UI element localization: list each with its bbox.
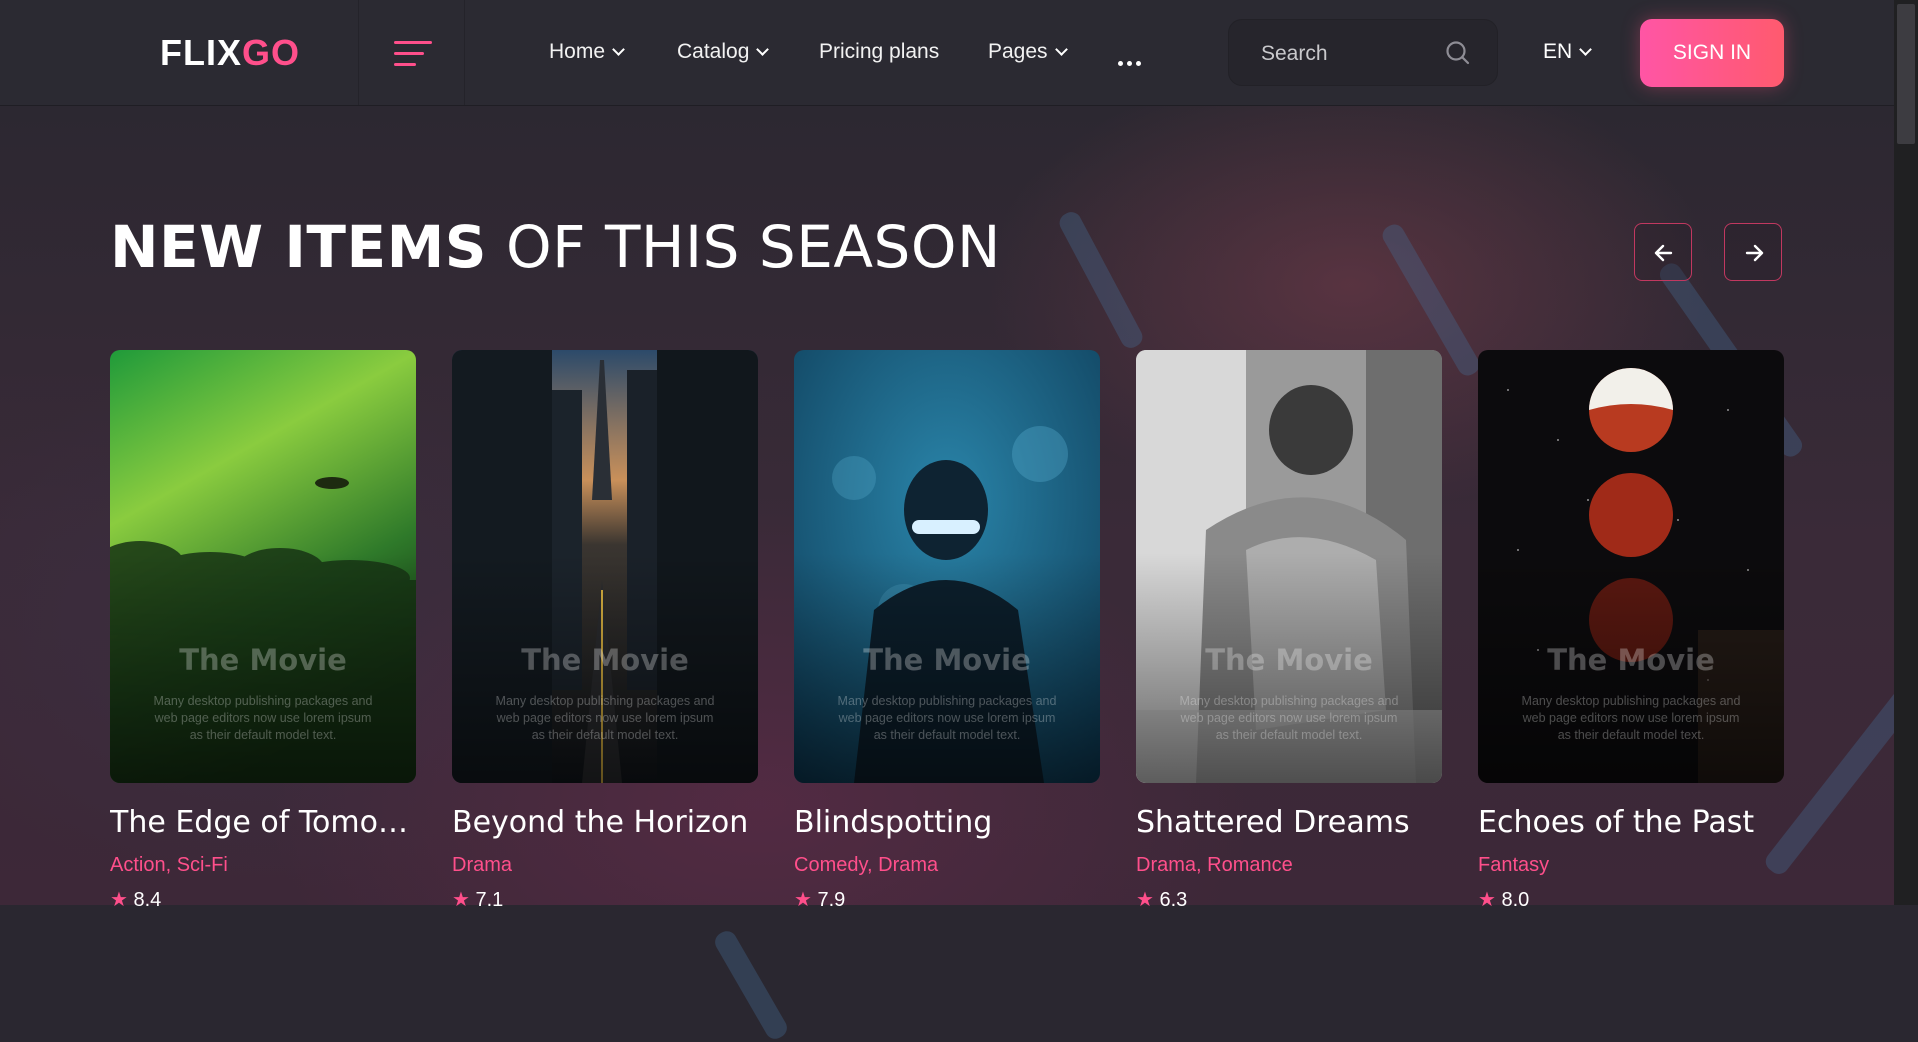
chevron-down-icon bbox=[612, 43, 625, 56]
poster-title: The Movie bbox=[863, 643, 1031, 677]
star-icon: ★ bbox=[1136, 889, 1154, 909]
nav-catalog[interactable]: Catalog bbox=[677, 40, 770, 64]
poster-text: Many desktop publishing packages and web… bbox=[153, 694, 373, 742]
movie-card: The Movie Many desktop publishing packag… bbox=[1136, 350, 1442, 909]
poster-title: The Movie bbox=[1547, 643, 1715, 677]
genre-link[interactable]: Comedy bbox=[794, 854, 867, 876]
movie-card: The Movie Many desktop publishing packag… bbox=[794, 350, 1100, 909]
movie-title[interactable]: Blindspotting bbox=[794, 805, 1100, 840]
genre-link[interactable]: Drama bbox=[1136, 854, 1196, 876]
movie-card: The Movie Many desktop publishing packag… bbox=[1478, 350, 1784, 909]
site-header: FLIXGO Home Catalog Pricing plans Pages … bbox=[0, 0, 1918, 106]
movie-poster[interactable]: The Movie Many desktop publishing packag… bbox=[1478, 350, 1784, 783]
genre-link[interactable]: Drama bbox=[878, 854, 938, 876]
arrow-left-icon bbox=[1654, 244, 1673, 262]
poster-text: Many desktop publishing packages and web… bbox=[837, 694, 1057, 742]
movie-rating: ★ 7.1 bbox=[452, 887, 758, 909]
movie-card: The Movie Many desktop publishing packag… bbox=[110, 350, 416, 909]
sign-in-button[interactable]: SIGN IN bbox=[1640, 19, 1784, 87]
star-icon: ★ bbox=[110, 889, 128, 909]
carousel-next-button[interactable] bbox=[1724, 223, 1782, 281]
poster-text: Many desktop publishing packages and web… bbox=[1179, 694, 1399, 742]
rating-value: 7.9 bbox=[817, 889, 846, 909]
movie-genres: Action, Sci-Fi bbox=[110, 854, 228, 876]
logo-text-accent: GO bbox=[242, 32, 301, 73]
movie-title[interactable]: Shattered Dreams bbox=[1136, 805, 1442, 840]
scrollbar-thumb[interactable] bbox=[1897, 4, 1915, 144]
chevron-down-icon bbox=[1054, 43, 1068, 56]
chevron-down-icon bbox=[1579, 43, 1593, 56]
nav-pages[interactable]: Pages bbox=[988, 40, 1068, 64]
rating-value: 8.0 bbox=[1501, 889, 1530, 909]
movie-poster[interactable]: The Movie Many desktop publishing packag… bbox=[110, 350, 416, 783]
movie-genres: Drama bbox=[452, 854, 758, 877]
section-title-light: OF THIS SEASON bbox=[506, 213, 1001, 281]
search-box bbox=[1228, 19, 1498, 86]
search-icon[interactable] bbox=[1443, 38, 1473, 68]
rating-value: 8.4 bbox=[133, 889, 162, 909]
movie-rating: ★ 7.9 bbox=[794, 887, 1100, 909]
search-input[interactable] bbox=[1259, 40, 1443, 68]
star-icon: ★ bbox=[794, 889, 812, 909]
nav-pricing-label: Pricing plans bbox=[819, 40, 940, 63]
language-label: EN bbox=[1543, 40, 1573, 63]
movie-rating: ★ 8.0 bbox=[1478, 887, 1784, 909]
arrow-right-icon bbox=[1745, 244, 1764, 262]
background-streak bbox=[711, 927, 791, 1042]
movie-title[interactable]: Beyond the Horizon bbox=[452, 805, 758, 840]
carousel-prev-button[interactable] bbox=[1634, 223, 1692, 281]
star-icon: ★ bbox=[452, 889, 470, 909]
poster-text: Many desktop publishing packages and web… bbox=[495, 694, 715, 742]
movie-title[interactable]: The Edge of Tomorrow bbox=[110, 805, 416, 840]
movie-title[interactable]: Echoes of the Past bbox=[1478, 805, 1784, 840]
site-logo[interactable]: FLIXGO bbox=[160, 32, 300, 74]
nav-home[interactable]: Home bbox=[549, 40, 625, 64]
nav-pages-label: Pages bbox=[988, 40, 1048, 63]
genre-link[interactable]: Sci-Fi bbox=[177, 854, 228, 876]
section-title: NEW ITEMS OF THIS SEASON bbox=[110, 213, 1001, 281]
nav-pricing-plans[interactable]: Pricing plans bbox=[819, 40, 939, 64]
poster-text: Many desktop publishing packages and web… bbox=[1521, 694, 1741, 742]
more-dots-icon[interactable] bbox=[1118, 51, 1145, 70]
section-title-bold: NEW ITEMS bbox=[110, 213, 488, 281]
language-selector[interactable]: EN bbox=[1543, 40, 1593, 64]
hamburger-menu-icon[interactable] bbox=[394, 41, 432, 67]
poster-title: The Movie bbox=[1205, 643, 1373, 677]
background-streak bbox=[1056, 208, 1146, 352]
movie-poster[interactable]: The Movie Many desktop publishing packag… bbox=[794, 350, 1100, 783]
poster-title: The Movie bbox=[179, 643, 347, 677]
genre-link[interactable]: Romance bbox=[1207, 854, 1293, 876]
movie-poster[interactable]: The Movie Many desktop publishing packag… bbox=[452, 350, 758, 783]
nav-catalog-label: Catalog bbox=[677, 40, 750, 63]
logo-text-main: FLIX bbox=[160, 32, 242, 73]
star-icon: ★ bbox=[1478, 889, 1496, 909]
movie-rating: ★ 6.3 bbox=[1136, 887, 1442, 909]
rating-value: 7.1 bbox=[475, 889, 504, 909]
movie-card: The Movie Many desktop publishing packag… bbox=[452, 350, 758, 909]
movie-genres: Comedy, Drama bbox=[794, 854, 939, 876]
movie-poster[interactable]: The Movie Many desktop publishing packag… bbox=[1136, 350, 1442, 783]
movie-genres: Drama, Romance bbox=[1136, 854, 1293, 876]
chevron-down-icon bbox=[756, 43, 770, 56]
genre-link[interactable]: Drama bbox=[452, 854, 512, 876]
genre-link[interactable]: Action bbox=[110, 854, 166, 876]
nav-home-label: Home bbox=[549, 40, 606, 63]
genre-link[interactable]: Fantasy bbox=[1478, 854, 1549, 876]
rating-value: 6.3 bbox=[1159, 889, 1188, 909]
poster-title: The Movie bbox=[521, 643, 689, 677]
movie-genres: Fantasy bbox=[1478, 854, 1784, 877]
movie-rating: ★ 8.4 bbox=[110, 887, 416, 909]
